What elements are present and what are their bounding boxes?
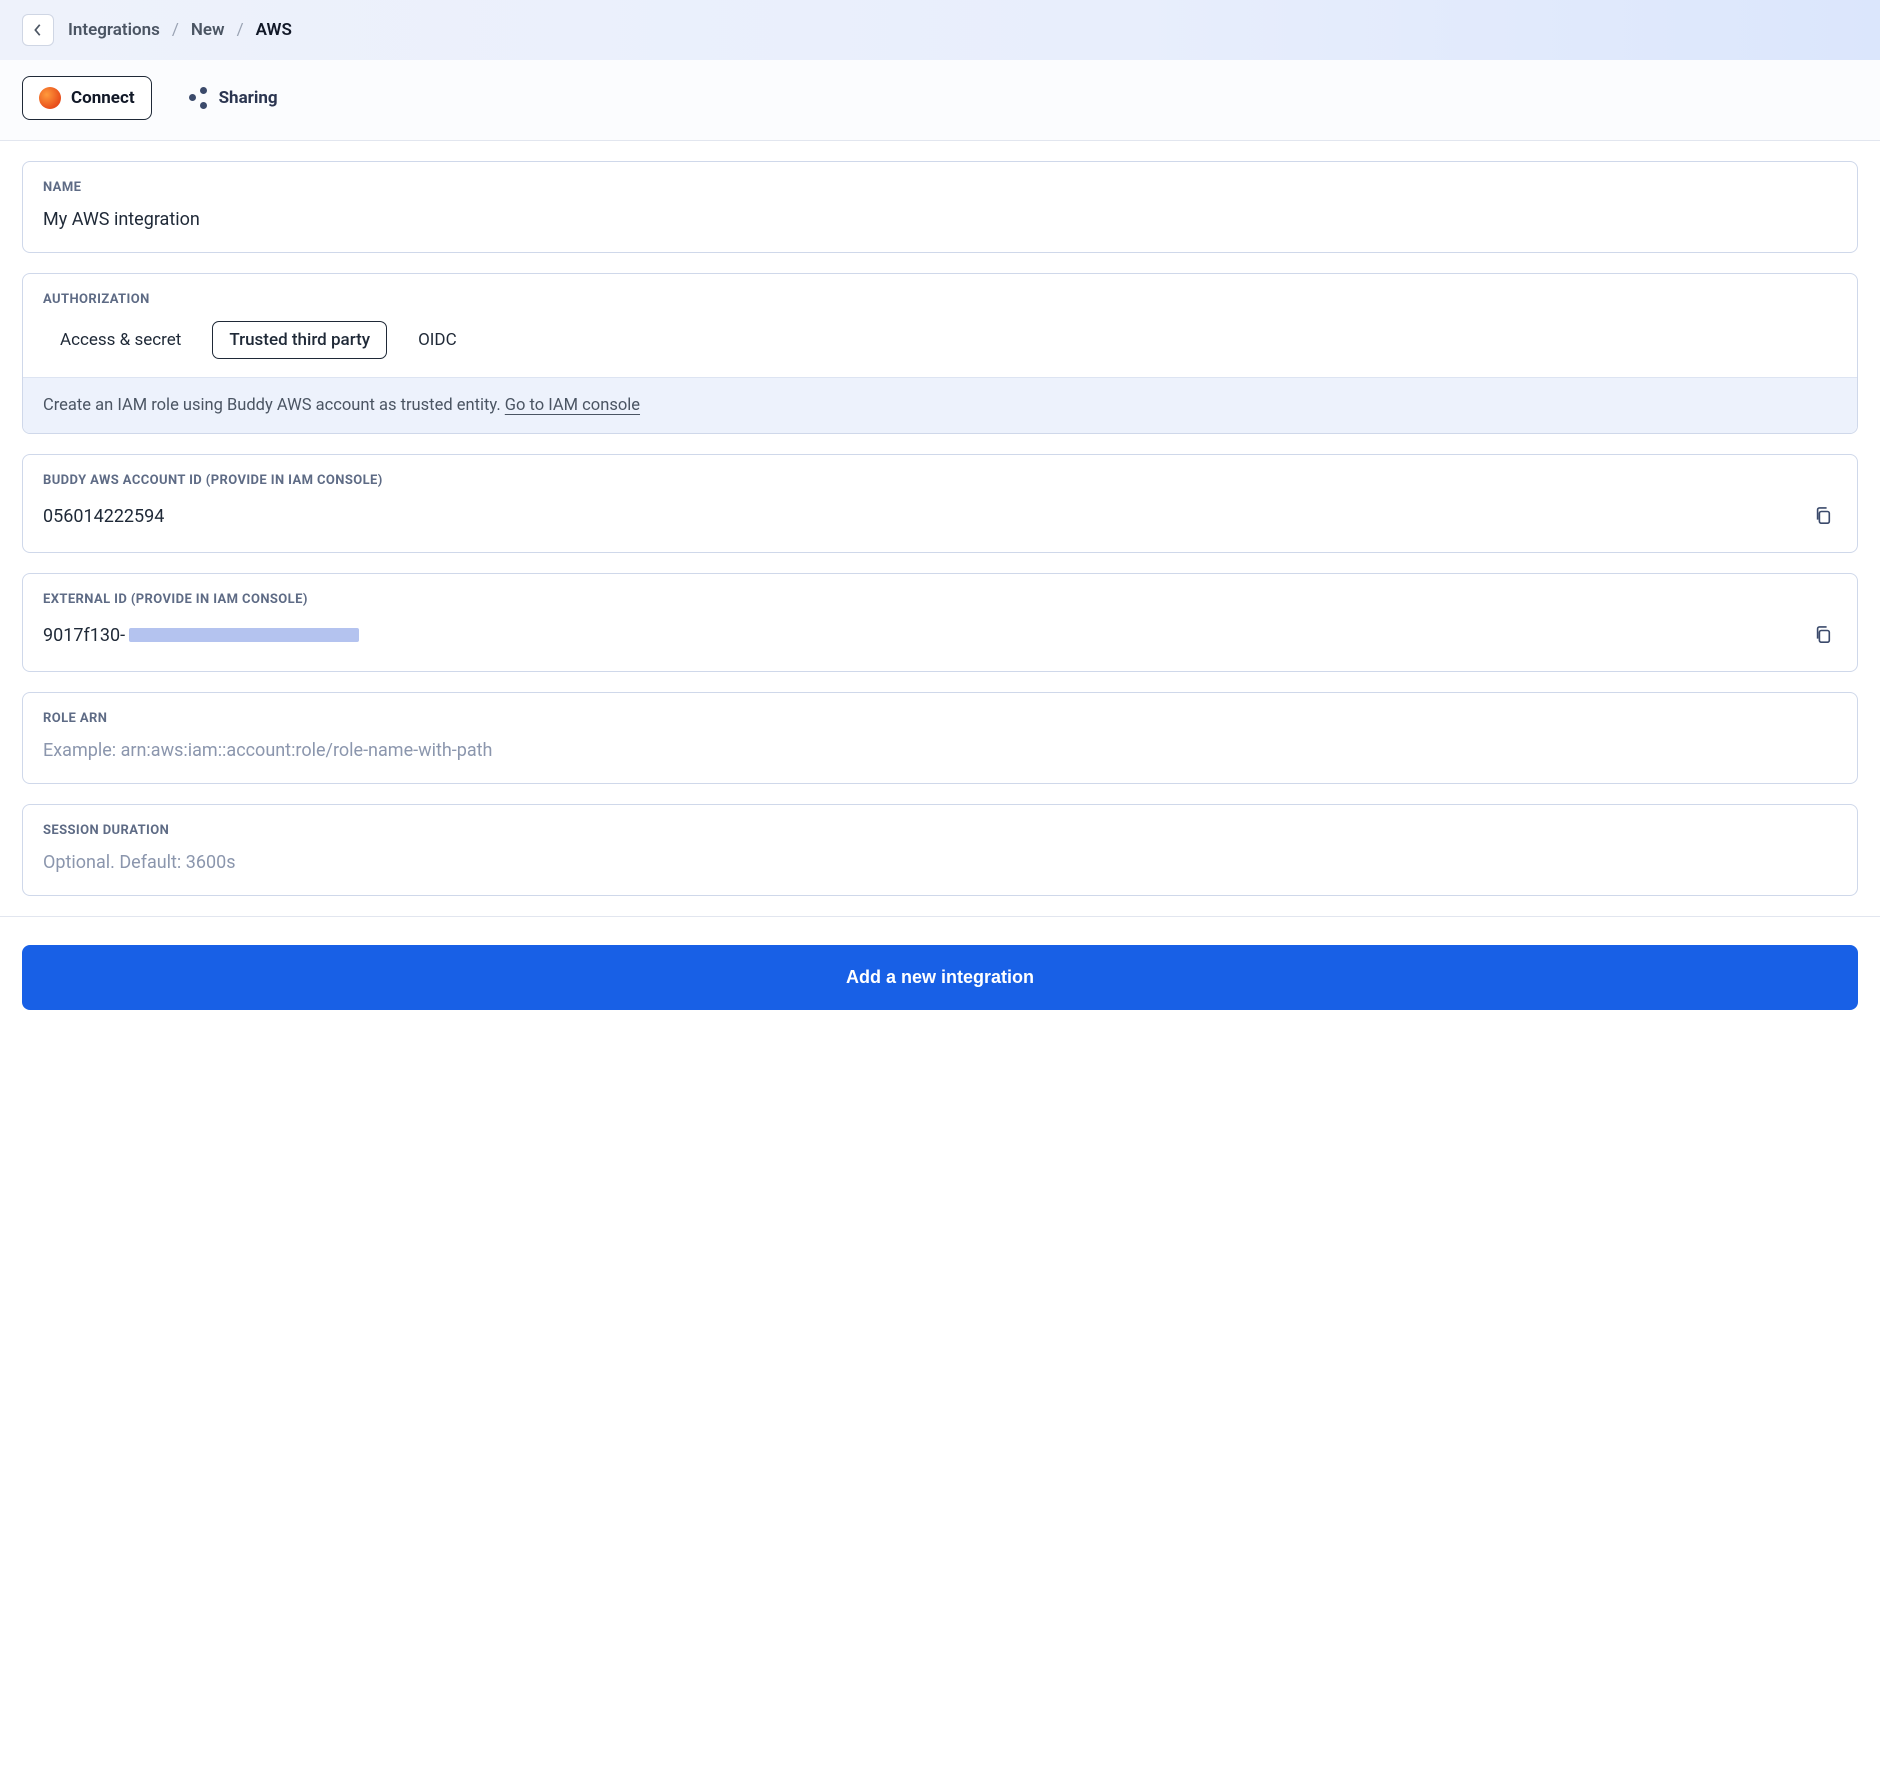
iam-console-link[interactable]: Go to IAM console [505,396,640,415]
authorization-segmented: Access & secret Trusted third party OIDC [43,321,1837,359]
tab-connect-label: Connect [71,88,135,108]
copy-icon [1814,625,1832,645]
external-id-card: EXTERNAL ID (PROVIDE IN IAM CONSOLE) 901… [22,573,1858,672]
chevron-left-icon [33,23,43,37]
aws-icon [39,87,61,109]
tab-sharing-label: Sharing [219,88,278,108]
external-id-prefix: 9017f130- [43,625,125,646]
header-bar: Integrations / New / AWS [0,0,1880,60]
share-icon [187,87,209,109]
tab-sharing[interactable]: Sharing [170,76,295,120]
authorization-info: Create an IAM role using Buddy AWS accou… [23,377,1857,433]
name-input[interactable] [43,209,1837,230]
authorization-card: AUTHORIZATION Access & secret Trusted th… [22,273,1858,434]
content-area: NAME AUTHORIZATION Access & secret Trust… [0,141,1880,896]
external-id-redacted [129,628,359,642]
breadcrumb-separator: / [237,20,244,40]
session-duration-card: SESSION DURATION [22,804,1858,896]
role-arn-label: ROLE ARN [43,711,1837,726]
auth-option-trusted-third-party[interactable]: Trusted third party [212,321,387,359]
breadcrumb-aws: AWS [256,20,292,40]
breadcrumb: Integrations / New / AWS [68,20,292,40]
breadcrumb-integrations[interactable]: Integrations [68,20,160,40]
account-id-label: BUDDY AWS ACCOUNT ID (PROVIDE IN IAM CON… [43,473,1837,488]
copy-external-id-button[interactable] [1809,621,1837,649]
footer-bar: Add a new integration [0,916,1880,1042]
authorization-label: AUTHORIZATION [43,292,1837,307]
back-button[interactable] [22,14,54,46]
add-integration-button[interactable]: Add a new integration [22,945,1858,1010]
tab-connect[interactable]: Connect [22,76,152,120]
external-id-value: 9017f130- [43,625,359,646]
authorization-info-text: Create an IAM role using Buddy AWS accou… [43,396,505,415]
breadcrumb-separator: / [172,20,179,40]
account-id-value: 056014222594 [43,506,164,527]
tabs-bar: Connect Sharing [0,60,1880,141]
account-id-card: BUDDY AWS ACCOUNT ID (PROVIDE IN IAM CON… [22,454,1858,553]
name-card: NAME [22,161,1858,253]
breadcrumb-new[interactable]: New [191,20,225,40]
auth-option-oidc[interactable]: OIDC [401,321,474,359]
copy-account-id-button[interactable] [1809,502,1837,530]
session-duration-input[interactable] [43,852,1837,873]
session-duration-label: SESSION DURATION [43,823,1837,838]
auth-option-access-secret[interactable]: Access & secret [43,321,198,359]
external-id-label: EXTERNAL ID (PROVIDE IN IAM CONSOLE) [43,592,1837,607]
name-label: NAME [43,180,1837,195]
role-arn-card: ROLE ARN [22,692,1858,784]
copy-icon [1814,506,1832,526]
role-arn-input[interactable] [43,740,1837,761]
